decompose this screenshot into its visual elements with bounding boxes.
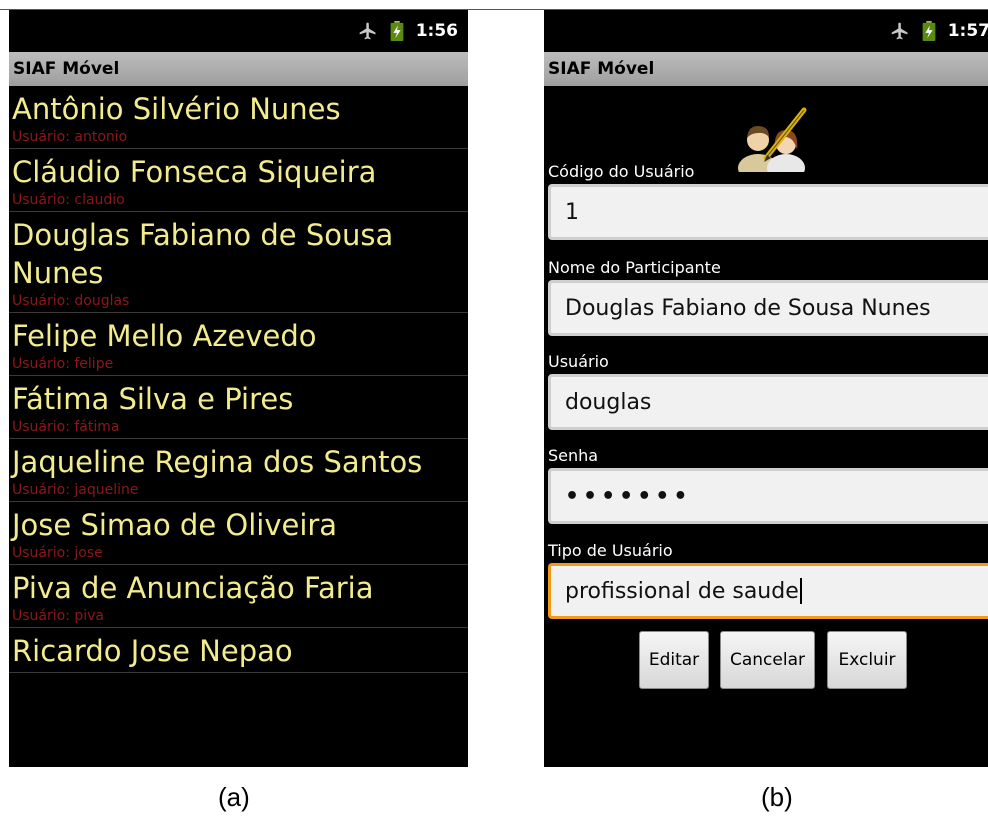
status-bar: 1:57 [544,10,988,52]
status-bar: 1:56 [9,10,468,52]
phone-screen-list: 1:56 SIAF Móvel Antônio Silvério Nunes U… [9,10,468,767]
nome-value: Douglas Fabiano de Sousa Nunes [565,295,931,321]
airplane-mode-icon [359,22,376,40]
tipo-value: profissional de saude [565,578,799,604]
list-item-name: Jaqueline Regina dos Santos [12,445,423,479]
battery-charging-icon [390,21,404,41]
user-edit-avatar-icon [738,107,807,172]
list-item-name: Felipe Mello Azevedo [12,319,317,353]
list-item-username: Usuário: claudio [12,192,125,208]
text-cursor [799,578,802,604]
list-item-name: Jose Simao de Oliveira [12,508,338,542]
list-item-username: Usuário: douglas [12,293,130,309]
tipo-field[interactable]: profissional de saude [548,563,988,619]
list-item[interactable]: Cláudio Fonseca Siqueira Usuário: claudi… [9,149,468,212]
list-item[interactable]: Jaqueline Regina dos Santos Usuário: jaq… [9,439,468,502]
tipo-label: Tipo de Usuário [548,541,673,560]
codigo-value: 1 [565,199,579,225]
list-item[interactable]: Jose Simao de Oliveira Usuário: jose [9,502,468,565]
list-item[interactable]: Felipe Mello Azevedo Usuário: felipe [9,313,468,376]
codigo-field[interactable]: 1 [548,184,988,240]
senha-value: ••••••• [565,483,692,509]
list-item-name: Antônio Silvério Nunes [12,92,341,126]
usuario-value: douglas [565,389,652,415]
caption-a: (a) [218,782,250,812]
phone-screen-form: 1:57 SIAF Móvel Código do Usuário 1 Nome… [544,10,988,767]
list-item-username: Usuário: jaqueline [12,482,139,498]
list-item-name: Douglas Fabiano de Sousa Nunes [12,218,394,290]
senha-field[interactable]: ••••••• [548,468,988,524]
usuario-field[interactable]: douglas [548,374,988,430]
caption-b: (b) [761,782,793,812]
editar-button[interactable]: Editar [639,631,709,689]
list-item[interactable]: Piva de Anunciação Faria Usuário: piva [9,565,468,628]
codigo-label: Código do Usuário [548,162,695,181]
list-item[interactable]: Ricardo Jose Nepao [9,628,468,673]
list-item-username: Usuário: fátima [12,419,120,435]
list-item-username: Usuário: felipe [12,356,114,372]
airplane-mode-icon [891,22,908,40]
status-time: 1:57 [947,21,988,41]
usuario-label: Usuário [548,352,609,371]
list-item-name: Piva de Anunciação Faria [12,571,374,605]
list-item[interactable]: Fátima Silva e Pires Usuário: fátima [9,376,468,439]
list-item-username: Usuário: antonio [12,129,128,145]
user-list: Antônio Silvério Nunes Usuário: antonio … [9,86,468,767]
battery-charging-icon [922,21,936,41]
list-item[interactable]: Douglas Fabiano de Sousa Nunes Usuário: … [9,212,468,313]
list-item-name: Ricardo Jose Nepao [12,634,293,668]
cancelar-button[interactable]: Cancelar [720,631,815,689]
list-item-username: Usuário: piva [12,608,105,624]
nome-label: Nome do Participante [548,258,721,277]
list-item-username: Usuário: jose [12,545,103,561]
nome-field[interactable]: Douglas Fabiano de Sousa Nunes [548,280,988,336]
list-item-name: Cláudio Fonseca Siqueira [12,155,377,189]
app-title-bar: SIAF Móvel [544,52,988,86]
excluir-button[interactable]: Excluir [827,631,907,689]
app-title-bar: SIAF Móvel [9,52,468,86]
status-time: 1:56 [415,21,458,41]
list-item-name: Fátima Silva e Pires [12,382,294,416]
list-item[interactable]: Antônio Silvério Nunes Usuário: antonio [9,86,468,149]
senha-label: Senha [548,446,599,465]
